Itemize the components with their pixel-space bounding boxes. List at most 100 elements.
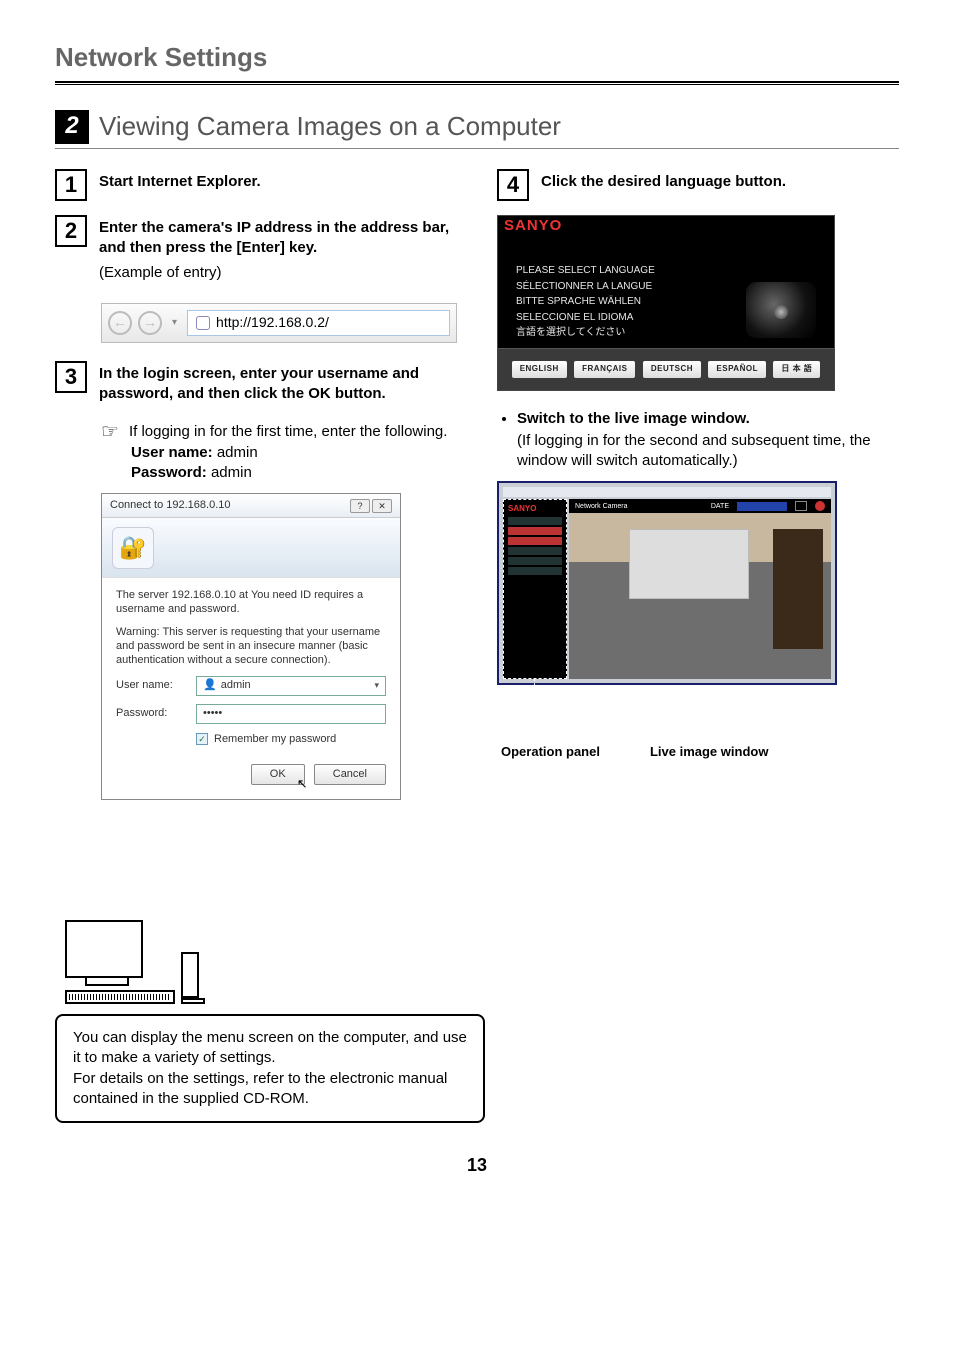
step-2: 2 Enter the camera's IP address in the a…	[55, 215, 457, 289]
live-image-window[interactable]: Network Camera DATE	[569, 499, 831, 679]
cancel-button[interactable]: Cancel	[314, 764, 386, 785]
callout-text-1: You can display the menu screen on the c…	[73, 1028, 467, 1069]
panel-item[interactable]	[508, 557, 562, 565]
back-icon[interactable]: ←	[108, 311, 132, 335]
dlg-user-input[interactable]: 👤 admin ▾	[196, 676, 386, 696]
step-3: 3 In the login screen, enter your userna…	[55, 361, 457, 409]
dlg-user-label: User name:	[116, 678, 196, 693]
date-label: DATE	[711, 502, 729, 511]
step-4-title: Click the desired language button.	[541, 172, 899, 192]
lang-line-es: SELECCIONE EL IDIOMA	[516, 311, 655, 325]
lang-english-button[interactable]: ENGLISH	[512, 361, 567, 378]
browser-address-bar: ← → ▾ http://192.168.0.2/	[101, 303, 457, 343]
label-live-window: Live image window	[650, 743, 768, 761]
url-input[interactable]: http://192.168.0.2/	[187, 310, 450, 336]
dialog-msg-1: The server 192.168.0.10 at You need ID r…	[116, 588, 386, 617]
lang-deutsch-button[interactable]: DEUTSCH	[643, 361, 701, 378]
btn-icon[interactable]	[795, 501, 807, 511]
step-number: 4	[497, 169, 529, 201]
computer-icon	[65, 920, 485, 1004]
pointing-hand-icon: ☞	[101, 422, 119, 483]
dlg-pass-input[interactable]: •••••	[196, 704, 386, 724]
step-2-title: Enter the camera's IP address in the add…	[99, 218, 457, 259]
step-number: 3	[55, 361, 87, 393]
date-field	[737, 502, 787, 511]
dlg-pass-label: Password:	[116, 706, 196, 721]
remember-label: Remember my password	[214, 732, 336, 747]
panel-item[interactable]	[508, 517, 562, 525]
dlg-user-value: admin	[221, 678, 251, 693]
step-3-title: In the login screen, enter your username…	[99, 364, 457, 405]
step-1: 1 Start Internet Explorer.	[55, 169, 457, 201]
room-shape	[629, 529, 749, 599]
door-shape	[773, 529, 823, 649]
section-rule	[55, 148, 899, 149]
chevron-down-icon[interactable]: ▾	[374, 679, 379, 691]
step-number: 1	[55, 169, 87, 201]
callout-text-2: For details on the settings, refer to th…	[73, 1069, 467, 1110]
ok-button[interactable]: OK ↖	[251, 764, 305, 785]
forward-icon[interactable]: →	[138, 311, 162, 335]
right-column: 4 Click the desired language button. SAN…	[497, 169, 899, 1123]
lang-line-fr: SÉLECTIONNER LA LANGUE	[516, 280, 655, 294]
panel-item[interactable]	[508, 527, 562, 535]
label-operation-panel: Operation panel	[501, 743, 600, 761]
dialog-msg-2: Warning: This server is requesting that …	[116, 625, 386, 668]
lang-line-de: BITTE SPRACHE WÄHLEN	[516, 295, 655, 309]
brand-logo-small: SANYO	[508, 504, 562, 515]
section-header: 2 Viewing Camera Images on a Computer	[55, 109, 899, 144]
camera-icon	[746, 282, 816, 338]
operation-panel[interactable]: SANYO	[503, 499, 567, 679]
callout-line	[534, 678, 535, 728]
step-4: 4 Click the desired language button.	[497, 169, 899, 201]
record-icon[interactable]	[815, 501, 825, 511]
monitor-icon	[65, 920, 143, 978]
panel-item[interactable]	[508, 547, 562, 555]
password-label: Password:	[131, 464, 207, 481]
ie-icon	[196, 316, 210, 330]
lock-globe-icon: 🔐	[112, 527, 154, 569]
url-text: http://192.168.0.2/	[216, 313, 329, 332]
login-note-intro: If logging in for the first time, enter …	[129, 422, 448, 442]
step-1-title: Start Internet Explorer.	[99, 172, 457, 192]
title-rule	[55, 81, 899, 85]
dialog-title: Connect to 192.168.0.10	[110, 498, 230, 513]
panel-item[interactable]	[508, 537, 562, 545]
bullet-sub: (If logging in for the second and subseq…	[517, 431, 899, 472]
live-image-figure: SANYO Network Camera DATE	[497, 481, 837, 685]
step-2-note: (Example of entry)	[99, 263, 457, 283]
tower-base-icon	[181, 998, 205, 1004]
left-column: 1 Start Internet Explorer. 2 Enter the c…	[55, 169, 457, 1123]
bullet-title: Switch to the live image window.	[517, 410, 750, 427]
help-icon[interactable]: ?	[350, 499, 370, 513]
lang-francais-button[interactable]: FRANÇAIS	[574, 361, 635, 378]
lang-line-jp: 言語を選択してください	[516, 326, 655, 340]
remember-checkbox[interactable]: ✓	[196, 733, 208, 745]
history-dropdown-icon[interactable]: ▾	[168, 316, 181, 330]
panel-item[interactable]	[508, 567, 562, 575]
live-header-title: Network Camera	[575, 502, 628, 511]
callout-box: You can display the menu screen on the c…	[55, 1014, 485, 1123]
username-label: User name:	[131, 444, 213, 461]
username-value: admin	[217, 444, 258, 461]
lang-line-en: PLEASE SELECT LANGUAGE	[516, 264, 655, 278]
user-icon: 👤	[203, 678, 217, 693]
page-number: 13	[55, 1153, 899, 1177]
section-title: Viewing Camera Images on a Computer	[99, 109, 561, 144]
dlg-pass-value: •••••	[203, 706, 222, 721]
lang-espanol-button[interactable]: ESPAÑOL	[708, 361, 766, 378]
browser-frame-top	[503, 487, 831, 497]
password-value: admin	[211, 464, 252, 481]
figure-labels: Operation panel Live image window	[497, 743, 899, 761]
keyboard-icon	[65, 990, 175, 1004]
login-dialog: Connect to 192.168.0.10 ? ✕ 🔐 The server…	[101, 493, 401, 800]
section-number: 2	[55, 110, 89, 144]
close-icon[interactable]: ✕	[372, 499, 392, 513]
lang-japanese-button[interactable]: 日 本 語	[773, 361, 820, 378]
step-number: 2	[55, 215, 87, 247]
language-select-panel: SANYO PLEASE SELECT LANGUAGE SÉLECTIONNE…	[497, 215, 835, 391]
ok-label: OK	[270, 768, 286, 780]
brand-logo: SANYO	[504, 216, 834, 236]
switch-live-bullet: Switch to the live image window. (If log…	[499, 409, 899, 472]
cursor-icon: ↖	[297, 775, 308, 793]
